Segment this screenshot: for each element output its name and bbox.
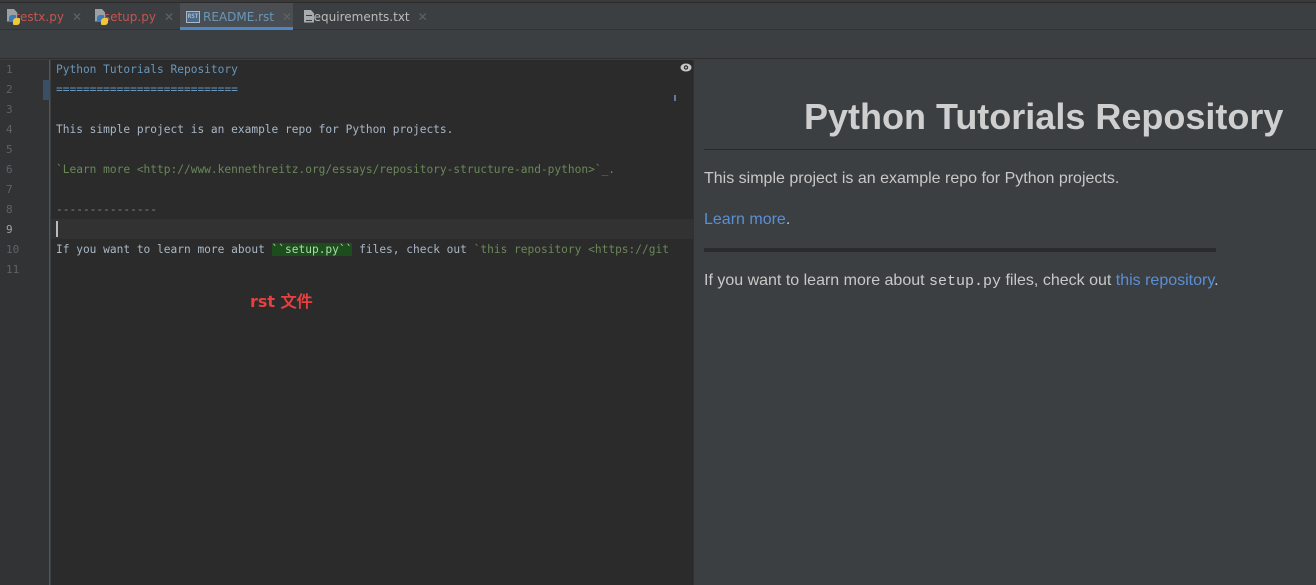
tab-label: testx.py — [15, 9, 64, 24]
text-caret — [56, 221, 58, 237]
close-icon[interactable]: ✕ — [164, 10, 174, 24]
line-number: 2 — [6, 83, 13, 96]
preview-paragraph-2: Learn more. — [704, 211, 791, 228]
scrollbar-marker — [674, 95, 676, 101]
tab-testx-py[interactable]: testx.py ✕ — [0, 3, 88, 30]
annotation-label: rst 文件 — [250, 292, 313, 311]
line-number-current: 9 — [6, 223, 13, 236]
tab-label: setup.py — [103, 9, 156, 24]
code-line-6: `Learn more <http://www.kennethreitz.org… — [56, 163, 616, 176]
inline-code: setup.py — [929, 273, 1002, 290]
preview-eye-icon[interactable] — [680, 63, 692, 72]
preview-paragraph-1: This simple project is an example repo f… — [704, 170, 1120, 187]
code-editor[interactable]: Python Tutorials Repository ============… — [51, 60, 693, 585]
learn-more-link[interactable]: Learn more — [704, 211, 786, 228]
inline-link: `this repository <https://git — [473, 243, 669, 256]
tab-label: requirements.txt — [309, 9, 410, 24]
line-number: 1 — [6, 63, 13, 76]
fold-marker — [43, 80, 50, 100]
rst-preview-pane: Python Tutorials Repository This simple … — [693, 60, 1316, 585]
line-number: 4 — [6, 123, 13, 136]
editor-tab-bar: testx.py ✕ setup.py ✕ RST README.rst ✕ r… — [0, 3, 1316, 30]
close-icon[interactable]: ✕ — [418, 10, 428, 24]
tab-setup-py[interactable]: setup.py ✕ — [88, 3, 180, 30]
line-number-gutter: 1 2 3 4 5 6 7 8 9 10 11 — [0, 60, 50, 585]
horizontal-rule — [704, 248, 1216, 252]
code-line-4: This simple project is an example repo f… — [56, 123, 454, 136]
line-number: 3 — [6, 103, 13, 116]
code-line-8: --------------- — [56, 203, 158, 216]
python-file-icon — [94, 8, 108, 25]
preview-title: Python Tutorials Repository — [804, 96, 1284, 137]
line-number: 7 — [6, 183, 13, 196]
line-number: 8 — [6, 203, 13, 216]
tab-readme-rst[interactable]: RST README.rst ✕ — [180, 3, 293, 30]
line-number: 11 — [6, 263, 20, 276]
line-number: 5 — [6, 143, 13, 156]
line-number: 6 — [6, 163, 13, 176]
rst-file-icon: RST — [186, 9, 200, 25]
code-line-10: If you want to learn more about ``setup.… — [56, 243, 669, 256]
current-line-highlight — [51, 219, 693, 239]
title-underline — [704, 149, 1316, 150]
tab-label: README.rst — [203, 9, 275, 24]
preview-paragraph-3: If you want to learn more about setup.py… — [704, 272, 1219, 290]
code-line-1: Python Tutorials Repository — [56, 63, 238, 76]
this-repository-link[interactable]: this repository — [1116, 272, 1214, 289]
editor-toolbar — [0, 31, 1316, 59]
close-icon[interactable]: ✕ — [282, 10, 292, 24]
line-number: 10 — [6, 243, 20, 256]
tab-requirements-txt[interactable]: requirements.txt ✕ — [293, 3, 428, 30]
inline-literal: ``setup.py`` — [271, 243, 353, 256]
close-icon[interactable]: ✕ — [72, 10, 82, 24]
python-file-icon — [6, 8, 20, 25]
code-line-2: =========================== — [56, 83, 238, 96]
